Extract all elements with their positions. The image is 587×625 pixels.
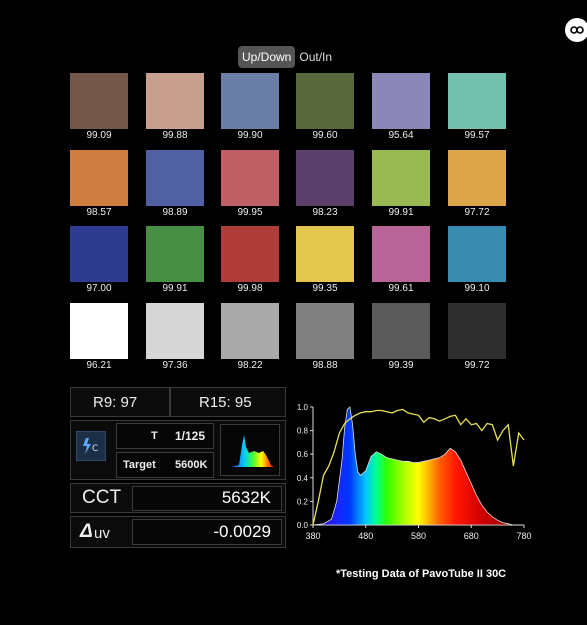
r15-cell: R15: 95 — [170, 387, 286, 417]
r15-readout: R15: 95 — [199, 394, 252, 411]
link-icon — [570, 26, 584, 34]
color-swatch — [296, 73, 354, 129]
swatch-value: 99.10 — [464, 283, 490, 294]
color-swatch — [296, 226, 354, 282]
color-swatch — [296, 150, 354, 206]
x-tick-label: 580 — [411, 531, 426, 541]
swatch-value: 99.91 — [162, 283, 188, 294]
swatch-value: 98.57 — [86, 207, 112, 218]
up-down-toggle[interactable]: Up/Down — [238, 46, 296, 68]
target-label: Target — [123, 459, 156, 471]
color-swatch — [372, 150, 430, 206]
swatch-value: 99.90 — [237, 130, 263, 141]
duv-value: -0.0029 — [213, 522, 271, 541]
cct-value-box: 5632K — [132, 486, 282, 511]
color-swatch — [221, 150, 279, 206]
spectrum-chart: 0.0 0.2 0.4 0.6 0.8 1.0 380 480 580 680 780 — [297, 403, 532, 541]
swatch-value: 99.88 — [162, 130, 188, 141]
color-swatch — [221, 226, 279, 282]
x-tick-label: 680 — [464, 531, 479, 541]
x-tick-label: 380 — [305, 531, 320, 541]
delta-icon: Δ — [80, 521, 93, 542]
color-swatch — [448, 226, 506, 282]
y-tick-label: 0.8 — [297, 427, 309, 436]
color-swatch — [146, 73, 204, 129]
swatch-value: 95.64 — [388, 130, 414, 141]
color-swatch — [372, 226, 430, 282]
shutter-cell: T 1/125 — [116, 423, 214, 449]
y-tick-label: 0.4 — [297, 474, 309, 483]
swatch-value: 99.95 — [237, 207, 263, 218]
swatch-value: 99.09 — [86, 130, 112, 141]
swatch-value: 97.36 — [162, 360, 188, 371]
target-cell: Target 5600K — [116, 452, 214, 478]
swatch-value: 99.98 — [237, 283, 263, 294]
swatch-value: 99.91 — [388, 207, 414, 218]
swatch-value: 99.57 — [464, 130, 490, 141]
x-tick-label: 480 — [358, 531, 373, 541]
link-button[interactable] — [565, 18, 587, 42]
swatch-value: 98.89 — [162, 207, 188, 218]
y-tick-label: 0.0 — [297, 521, 309, 530]
view-toggle: Up/Down Out/In — [238, 46, 336, 68]
color-swatch — [70, 303, 128, 359]
shutter-label: T — [151, 430, 158, 442]
color-swatch — [372, 73, 430, 129]
color-swatch — [448, 73, 506, 129]
swatch-value: 99.61 — [388, 283, 414, 294]
swatch-value: 99.35 — [312, 283, 338, 294]
swatch-value: 99.60 — [312, 130, 338, 141]
y-tick-label: 0.2 — [297, 497, 309, 506]
color-swatch — [296, 303, 354, 359]
swatch-value: 98.88 — [312, 360, 338, 371]
flash-c-icon: C — [83, 438, 98, 454]
r9-readout: R9: 97 — [93, 394, 138, 411]
swatch-value: 99.72 — [464, 360, 490, 371]
color-swatch — [372, 303, 430, 359]
duv-label: uv — [94, 525, 110, 542]
swatch-value: 96.21 — [86, 360, 112, 371]
y-tick-label: 1.0 — [297, 403, 309, 412]
r9-cell: R9: 97 — [70, 387, 170, 417]
color-swatch — [70, 226, 128, 282]
swatch-value: 98.23 — [312, 207, 338, 218]
swatch-value: 98.22 — [237, 360, 263, 371]
duv-value-box: -0.0029 — [132, 519, 282, 545]
color-swatch — [221, 73, 279, 129]
target-value: 5600K — [175, 459, 208, 471]
color-swatch — [448, 150, 506, 206]
color-swatch — [221, 303, 279, 359]
svg-text:C: C — [92, 444, 98, 454]
y-tick-label: 0.6 — [297, 450, 309, 459]
footnote: *Testing Data of PavoTube II 30C — [336, 568, 507, 580]
x-tick-label: 780 — [516, 531, 531, 541]
cct-label: CCT — [82, 487, 122, 508]
spectrum-thumbnail-icon — [231, 435, 274, 467]
color-swatch — [70, 150, 128, 206]
spectrum-thumbnail[interactable] — [220, 424, 280, 476]
color-swatch — [146, 226, 204, 282]
out-in-toggle[interactable]: Out/In — [295, 46, 336, 68]
flash-mode-button[interactable]: C — [76, 431, 106, 461]
cct-value: 5632K — [221, 488, 271, 507]
shutter-value: 1/125 — [175, 429, 206, 443]
color-swatch — [448, 303, 506, 359]
swatch-value: 97.72 — [464, 207, 490, 218]
swatch-value: 99.39 — [388, 360, 414, 371]
swatch-value: 97.00 — [86, 283, 112, 294]
color-swatch — [146, 150, 204, 206]
color-swatch — [146, 303, 204, 359]
color-swatch — [70, 73, 128, 129]
